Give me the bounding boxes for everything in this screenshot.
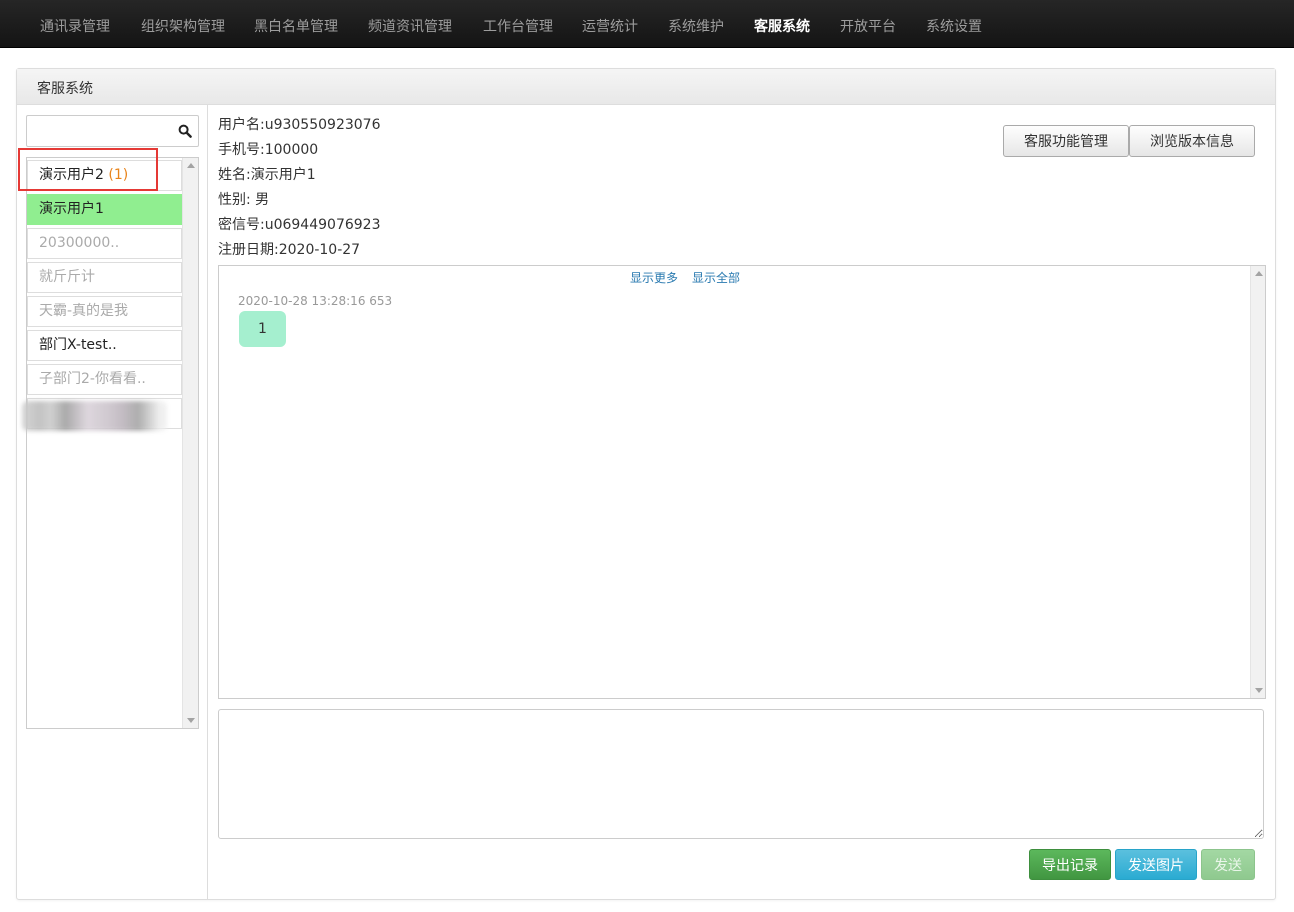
panel-title: 客服系统 <box>37 81 93 97</box>
nav-item-workbench[interactable]: 工作台管理 <box>483 18 553 36</box>
user-name: 子部门2-你看看.. <box>39 371 146 387</box>
user-sidebar: 演示用户2 (1) 演示用户1 20300000.. 就斤斤计 天霸-真的是我 … <box>17 105 208 899</box>
user-name: 演示用户2 <box>39 167 104 183</box>
info-gender: 性别: 男 <box>218 192 270 208</box>
user-list[interactable]: 演示用户2 (1) 演示用户1 20300000.. 就斤斤计 天霸-真的是我 … <box>26 157 199 729</box>
redacted-user-blur <box>22 401 167 431</box>
customer-service-panel: 客服系统 演示用户2 (1) 演示用户1 20300000.. 就斤斤计 天霸-… <box>16 68 1276 900</box>
list-item-user[interactable]: 演示用户1 <box>27 194 182 225</box>
info-username: 用户名:u930550923076 <box>218 117 381 133</box>
nav-item-open-platform[interactable]: 开放平台 <box>840 18 896 36</box>
list-item-user[interactable]: 就斤斤计 <box>27 262 182 293</box>
nav-item-blacklist[interactable]: 黑白名单管理 <box>254 18 338 36</box>
info-register-date: 注册日期:2020-10-27 <box>218 242 361 258</box>
nav-item-stats[interactable]: 运营统计 <box>582 18 638 36</box>
message-compose-input[interactable] <box>218 709 1264 839</box>
user-list-scrollbar[interactable] <box>182 158 198 728</box>
list-item-user[interactable]: 天霸-真的是我 <box>27 296 182 327</box>
scroll-up-icon[interactable] <box>187 163 195 168</box>
nav-item-channel[interactable]: 频道资讯管理 <box>368 18 452 36</box>
user-name: 就斤斤计 <box>39 269 95 285</box>
service-manage-button[interactable]: 客服功能管理 <box>1003 125 1129 157</box>
nav-item-maintenance[interactable]: 系统维护 <box>668 18 724 36</box>
chat-history[interactable]: 显示更多 显示全部 2020-10-28 13:28:16 653 1 <box>218 265 1266 699</box>
info-phone: 手机号:100000 <box>218 142 319 158</box>
scroll-up-icon[interactable] <box>1255 271 1263 276</box>
user-name: 20300000.. <box>39 235 120 251</box>
message-bubble: 1 <box>239 311 286 347</box>
nav-item-settings[interactable]: 系统设置 <box>926 18 982 36</box>
scroll-down-icon[interactable] <box>187 718 195 723</box>
scroll-down-icon[interactable] <box>1255 688 1263 693</box>
search-input[interactable] <box>27 116 172 146</box>
panel-heading: 客服系统 <box>17 69 1275 105</box>
export-records-button[interactable]: 导出记录 <box>1029 849 1111 880</box>
send-image-button[interactable]: 发送图片 <box>1115 849 1197 880</box>
list-item-user[interactable]: 演示用户2 (1) <box>27 160 182 191</box>
info-mixin-id: 密信号:u069449076923 <box>218 217 381 233</box>
nav-item-contacts[interactable]: 通讯录管理 <box>40 18 110 36</box>
list-item-user[interactable]: 20300000.. <box>27 228 182 259</box>
nav-item-org[interactable]: 组织架构管理 <box>141 18 225 36</box>
unread-badge: (1) <box>108 167 129 183</box>
list-item-user[interactable]: 部门X-test.. <box>27 330 182 361</box>
user-name: 天霸-真的是我 <box>39 303 129 319</box>
chat-scrollbar[interactable] <box>1250 266 1265 698</box>
user-name: 部门X-test.. <box>39 337 117 353</box>
search-icon[interactable] <box>178 124 192 138</box>
show-all-link[interactable]: 显示全部 <box>692 269 740 286</box>
top-navbar: 通讯录管理 组织架构管理 黑白名单管理 频道资讯管理 工作台管理 运营统计 系统… <box>0 0 1294 48</box>
info-name: 姓名:演示用户1 <box>218 167 316 183</box>
version-info-button[interactable]: 浏览版本信息 <box>1129 125 1255 157</box>
nav-item-customer-service[interactable]: 客服系统 <box>754 18 810 36</box>
send-button[interactable]: 发送 <box>1201 849 1255 880</box>
search-box <box>26 115 199 147</box>
user-name: 演示用户1 <box>39 201 104 217</box>
show-more-link[interactable]: 显示更多 <box>630 269 678 286</box>
list-item-user[interactable]: 子部门2-你看看.. <box>27 364 182 395</box>
message-timestamp: 2020-10-28 13:28:16 653 <box>238 294 393 308</box>
